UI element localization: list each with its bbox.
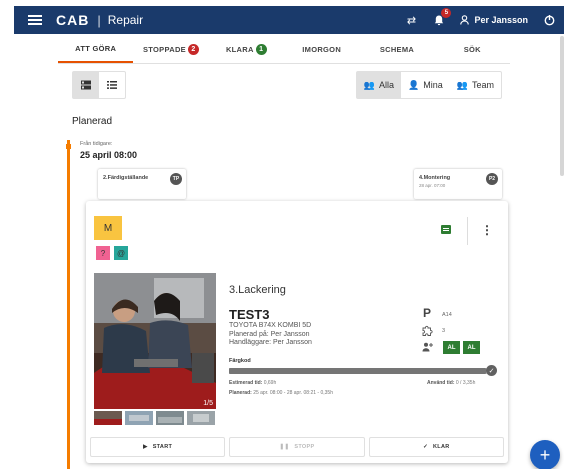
view-toggle <box>72 71 126 99</box>
progress-fill <box>229 368 486 374</box>
list-view-icon[interactable] <box>99 72 125 98</box>
tab-bar: ATT GÖRA STOPPADE 2 KLARA 1 IMORGON SCHEMA… <box>58 36 510 64</box>
app-header: CAB | Repair ⇄ 5 Per Jansson <box>14 6 564 34</box>
add-button[interactable]: + <box>530 440 560 469</box>
start-button[interactable]: ▶ START <box>90 437 226 457</box>
menu-icon[interactable] <box>28 15 42 25</box>
mechanic-chip: P2 <box>486 173 498 185</box>
check-icon: ✓ <box>423 444 429 450</box>
photo-thumbnail[interactable] <box>125 411 153 425</box>
category-chip: M <box>94 216 122 240</box>
job-photo[interactable]: 1/5 <box>94 273 216 409</box>
parking-icon: P <box>423 306 432 320</box>
pause-icon: ❚❚ <box>279 444 290 450</box>
card-view-icon[interactable] <box>73 72 99 98</box>
tab-stoppade[interactable]: STOPPADE 2 <box>133 36 208 63</box>
klara-badge: 1 <box>255 44 267 55</box>
mechanic-chip: TP <box>170 173 182 185</box>
from-date: 25 april 08:00 <box>80 150 138 160</box>
tab-klara[interactable]: KLARA 1 <box>209 36 284 63</box>
photo-thumbnail[interactable] <box>187 411 215 425</box>
bell-icon[interactable]: 5 <box>432 8 452 27</box>
parts-icon <box>422 325 433 339</box>
job-card-collapsed[interactable]: 2.Färdigställande TP <box>98 169 186 199</box>
tab-sok[interactable]: SÖK <box>435 36 510 63</box>
user-icon <box>460 15 470 25</box>
notification-badge: 5 <box>441 8 452 18</box>
play-icon: ▶ <box>143 444 148 450</box>
logout-icon[interactable] <box>542 13 556 27</box>
progress-bar <box>229 368 491 374</box>
photo-thumbnail[interactable] <box>94 411 122 425</box>
timeline-line <box>67 140 70 469</box>
logo: CAB <box>56 12 90 28</box>
at-flag: @ <box>114 246 128 260</box>
filter-team[interactable]: 👥 Team <box>450 72 501 98</box>
step-label: Färgkod <box>229 358 251 364</box>
done-button[interactable]: ✓ KLAR <box>368 437 504 457</box>
parking-value: A14 <box>442 312 452 318</box>
question-flag: ? <box>96 246 110 260</box>
plus-icon: + <box>539 444 551 465</box>
swap-icon[interactable]: ⇄ <box>404 13 418 27</box>
filter-all[interactable]: 👥 Alla <box>356 72 402 98</box>
check-circle-icon: ✓ <box>486 365 497 376</box>
job-card-collapsed[interactable]: 4.Montering 28 apr. 07:00 P2 <box>414 169 502 199</box>
header-separator: | <box>97 12 101 28</box>
card-actions: ▶ START ❚❚ STOPP ✓ KLAR <box>90 437 504 457</box>
from-label: Från tidigare: <box>80 141 113 147</box>
tab-schema[interactable]: SCHEMA <box>359 36 434 63</box>
group-icon: 👥 <box>363 79 376 90</box>
stop-button[interactable]: ❚❚ STOPP <box>229 437 365 457</box>
estimated-time: Estimerad tid: 0,69h <box>229 380 277 386</box>
team-icon: 👥 <box>456 79 468 90</box>
user-menu[interactable]: Per Jansson <box>460 15 528 25</box>
scrollbar[interactable] <box>560 36 564 176</box>
person-icon: 👤 <box>408 79 420 90</box>
parts-value: 3 <box>442 328 446 334</box>
filter-mine[interactable]: 👤 Mina <box>401 72 450 98</box>
planned-time: Planerad: 25 apr. 08:00 - 28 apr. 08:21 … <box>229 390 333 396</box>
operation-title: 3.Lackering <box>229 284 286 296</box>
app-name: Repair <box>107 13 144 27</box>
worker-chip[interactable]: AL <box>443 341 460 354</box>
divider <box>467 217 468 245</box>
photo-count: 1/5 <box>203 400 213 407</box>
photo-thumbnail[interactable] <box>156 411 184 425</box>
vehicle-info: TOYOTA B74X KOMBI 5D Planerad på: Per Ja… <box>229 322 312 346</box>
section-title: Planerad <box>72 116 113 127</box>
tab-att-gora[interactable]: ATT GÖRA <box>58 36 134 63</box>
more-vert-icon[interactable]: ⋮ <box>481 223 493 237</box>
user-name: Per Jansson <box>474 15 528 25</box>
order-title: TEST3 <box>229 307 270 322</box>
worker-chip[interactable]: AL <box>463 341 480 354</box>
assign-worker-icon[interactable] <box>422 342 434 354</box>
tab-imorgon[interactable]: IMORGON <box>284 36 359 63</box>
chat-icon[interactable] <box>441 225 451 234</box>
assignee-filter: 👥 Alla 👤 Mina 👥 Team <box>355 71 502 99</box>
stoppade-badge: 2 <box>187 44 199 55</box>
job-card-expanded: M ? @ ⋮ 1/5 3.Lackering TEST3 TOYOTA B74… <box>86 201 508 463</box>
used-time: Använd tid: 0 / 3,35h <box>427 380 476 386</box>
timeline-marker <box>66 144 71 149</box>
